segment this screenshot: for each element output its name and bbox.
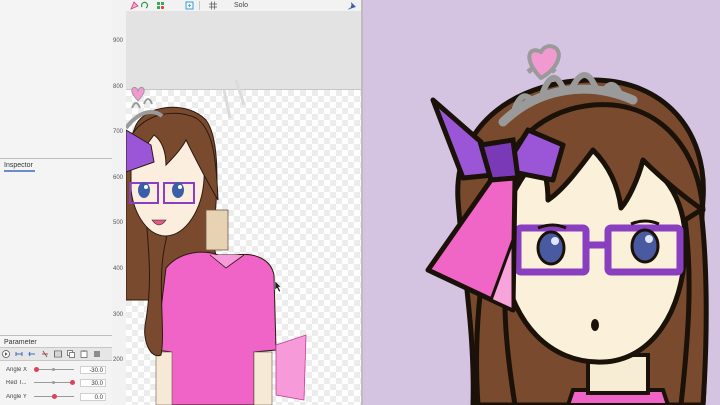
play-icon[interactable]: [2, 350, 10, 358]
link-icon[interactable]: [15, 350, 23, 358]
menu-icon[interactable]: [93, 350, 101, 358]
preview-character: [425, 44, 709, 405]
copy-icon[interactable]: [67, 350, 75, 358]
slider-center-marker: [52, 381, 55, 384]
right-arm: [253, 351, 273, 405]
ruler-mark: 500: [113, 220, 124, 226]
link-icon[interactable]: [28, 350, 36, 358]
unlink-icon[interactable]: [41, 350, 49, 358]
table-icon[interactable]: [54, 350, 62, 358]
ruler-mark: 300: [113, 312, 124, 318]
panel-divider: [0, 335, 112, 336]
ruler-mark: 800: [113, 84, 124, 90]
parameter-value[interactable]: -30.0: [80, 365, 106, 374]
parameter-slider[interactable]: [34, 394, 74, 399]
mouse-cursor: [274, 280, 282, 293]
parameter-name: Red T...: [6, 379, 27, 386]
slider-knob[interactable]: [52, 394, 57, 399]
left-arm: [155, 351, 173, 405]
eye-highlight: [551, 237, 559, 245]
parameter-row[interactable]: Angle X -30.0: [0, 363, 112, 376]
preview-pane: [363, 0, 720, 405]
mouth: [591, 319, 599, 331]
parameter-row[interactable]: Red T... 30.0: [0, 376, 112, 389]
parameter-value[interactable]: 30.0: [80, 378, 106, 387]
parameter-value[interactable]: 0.0: [80, 392, 106, 401]
ribbon-fragment: [275, 334, 307, 401]
slider-center-marker: [52, 368, 55, 371]
heart-icon: [131, 86, 145, 102]
parameter-row[interactable]: Angle Y 0.0: [0, 390, 112, 403]
eye-highlight: [178, 185, 182, 189]
ruler-mark: 200: [113, 357, 124, 363]
ruler-mark: 400: [113, 266, 124, 272]
ruler-mark: 700: [113, 129, 124, 135]
heart-icon: [527, 44, 561, 80]
parameter-slider[interactable]: [34, 367, 74, 372]
parameter-name: Angle X: [6, 366, 28, 373]
eye-highlight: [645, 235, 653, 243]
left-eye: [138, 182, 150, 198]
right-eye: [630, 228, 660, 264]
ghost-stroke: [222, 79, 246, 119]
ruler-mark: 900: [113, 38, 124, 44]
parameter-name: Angle Y: [6, 393, 27, 400]
canvas-model[interactable]: [126, 0, 362, 405]
parameter-slider[interactable]: [34, 380, 75, 385]
eye-highlight: [144, 185, 148, 189]
neck: [205, 209, 229, 251]
slider-knob[interactable]: [70, 380, 75, 385]
tab-inspector[interactable]: Inspector: [4, 162, 35, 172]
paste-icon[interactable]: [80, 350, 88, 358]
right-eye: [172, 182, 184, 198]
tiara-detail: [131, 98, 153, 109]
left-editor-pane: Inspector Parameter: [0, 0, 113, 405]
slider-knob[interactable]: [34, 367, 39, 372]
left-eye: [536, 230, 566, 266]
vertical-ruler: 900 800 700 600 500 400 300 200: [112, 0, 127, 405]
ruler-mark: 600: [113, 175, 124, 181]
parameter-toolbar: [0, 347, 112, 361]
panel-divider: [0, 158, 112, 159]
